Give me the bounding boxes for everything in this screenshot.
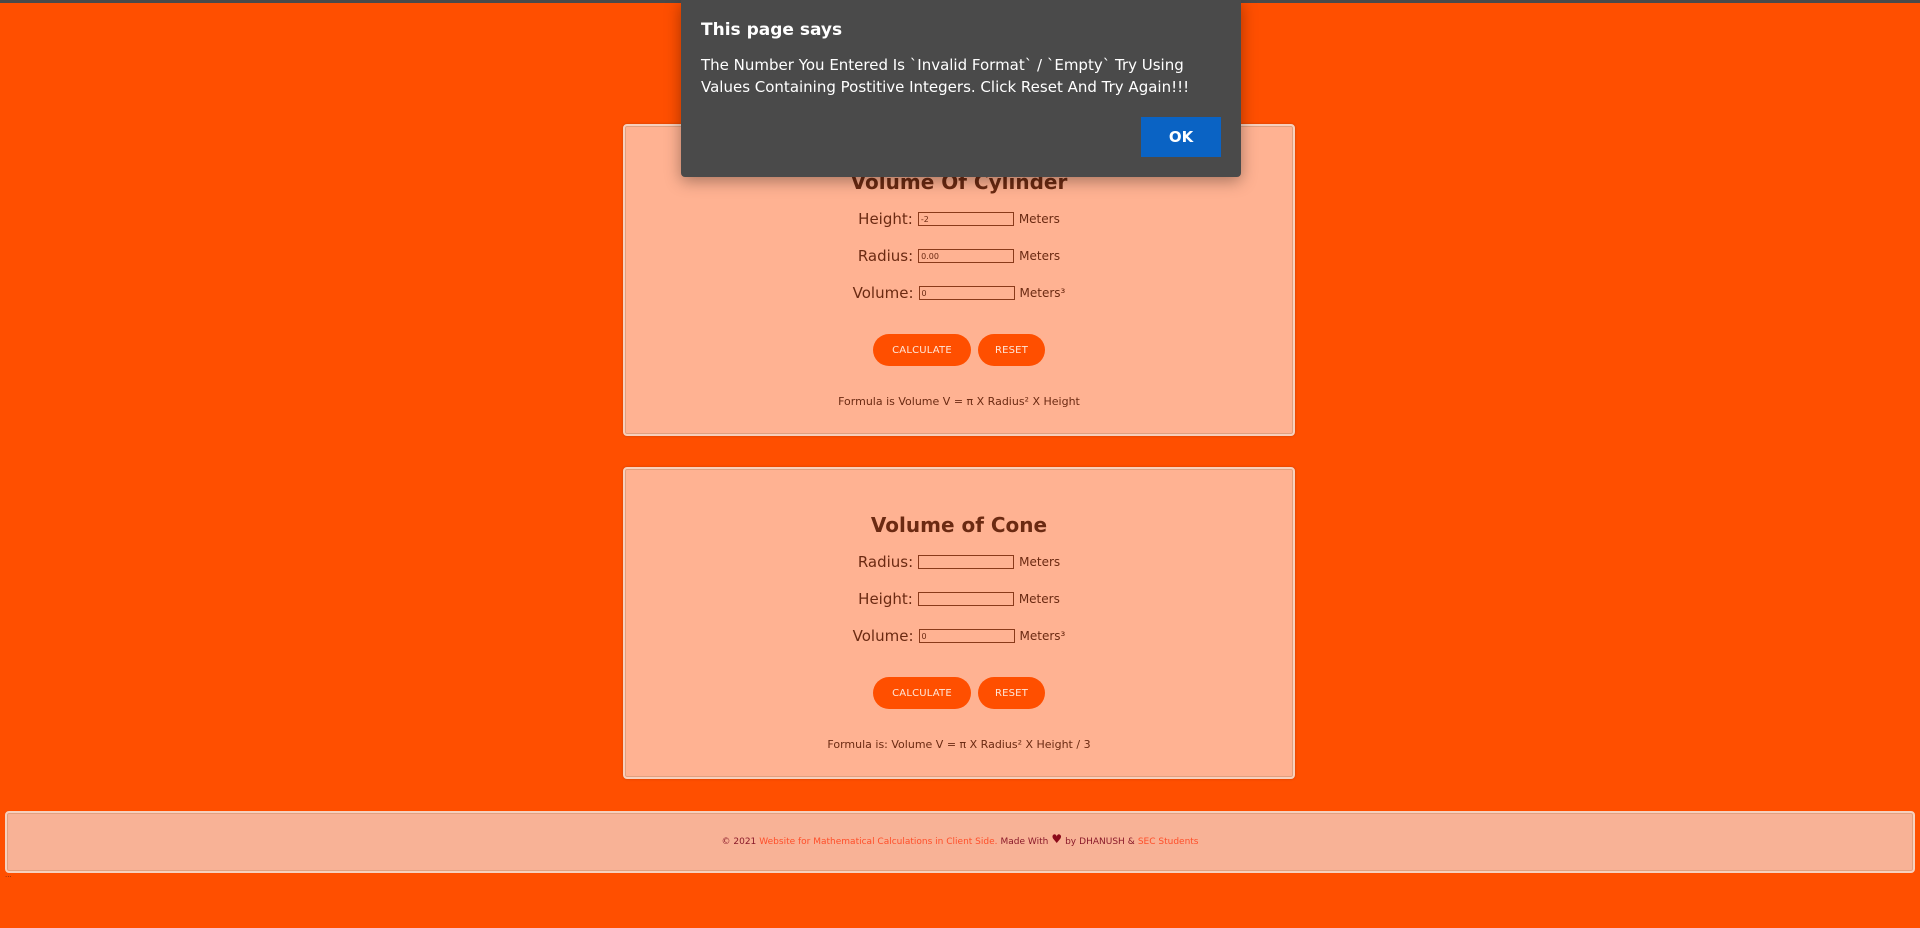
heart-icon: ♥ [1051, 832, 1063, 846]
cone-volume-unit: Meters³ [1019, 629, 1066, 643]
cylinder-formula: Formula is Volume V = π X Radius² X Heig… [838, 395, 1080, 408]
footer-copyright: © 2021 [721, 837, 757, 847]
cone-volume-input[interactable] [918, 629, 1015, 643]
alert-dialog: This page says The Number You Entered Is… [681, 0, 1241, 177]
cylinder-radius-row: Radius: Meters [625, 245, 1293, 267]
cone-height-unit: Meters [1018, 592, 1060, 606]
cone-formula: Formula is: Volume V = π X Radius² X Hei… [827, 738, 1091, 751]
cone-reset-button[interactable]: RESET [978, 677, 1045, 709]
cylinder-height-input[interactable] [917, 212, 1014, 226]
cone-button-row: CALCULATE RESET [625, 677, 1293, 709]
cone-radius-unit: Meters [1019, 555, 1061, 569]
cylinder-radius-label: Radius: [857, 247, 914, 265]
footer-students-link[interactable]: SEC Students [1138, 837, 1199, 847]
footer-author: DHANUSH [1079, 837, 1125, 847]
footer-amp: & [1127, 837, 1135, 847]
cylinder-volume-row: Volume: Meters³ [625, 282, 1293, 304]
cone-height-input[interactable] [917, 592, 1014, 606]
cylinder-height-row: Height: Meters [625, 208, 1293, 230]
footer-dots: ... [5, 870, 12, 879]
cone-radius-label: Radius: [857, 553, 914, 571]
cone-title: Volume of Cone [870, 513, 1048, 537]
dialog-title: This page says [701, 20, 843, 40]
cylinder-volume-unit: Meters³ [1019, 286, 1066, 300]
footer-made-with: Made With [1000, 837, 1049, 847]
footer: © 2021 Website for Mathematical Calculat… [5, 811, 1915, 873]
cone-volume-row: Volume: Meters³ [625, 625, 1293, 647]
cylinder-radius-input[interactable] [918, 249, 1015, 263]
cone-height-row: Height: Meters [625, 588, 1293, 610]
footer-site-link[interactable]: Website for Mathematical Calculations in… [759, 837, 997, 847]
cylinder-height-label: Height: [858, 210, 913, 228]
cylinder-button-row: CALCULATE RESET [625, 334, 1293, 366]
cylinder-calculate-button[interactable]: CALCULATE [873, 334, 971, 366]
cone-calculate-button[interactable]: CALCULATE [873, 677, 971, 709]
cone-volume-label: Volume: [852, 627, 914, 645]
dialog-ok-button[interactable]: OK [1141, 117, 1221, 157]
cylinder-volume-input[interactable] [918, 286, 1015, 300]
cylinder-height-unit: Meters [1018, 212, 1060, 226]
cone-radius-input[interactable] [918, 555, 1015, 569]
cone-height-label: Height: [858, 590, 913, 608]
footer-by: by [1065, 837, 1077, 847]
cone-radius-row: Radius: Meters [625, 551, 1293, 573]
cylinder-reset-button[interactable]: RESET [978, 334, 1045, 366]
cone-card: Volume of Cone Radius: Meters Height: Me… [623, 467, 1295, 779]
cylinder-radius-unit: Meters [1019, 249, 1061, 263]
dialog-message: The Number You Entered Is `Invalid Forma… [701, 56, 1190, 96]
cylinder-volume-label: Volume: [852, 284, 914, 302]
